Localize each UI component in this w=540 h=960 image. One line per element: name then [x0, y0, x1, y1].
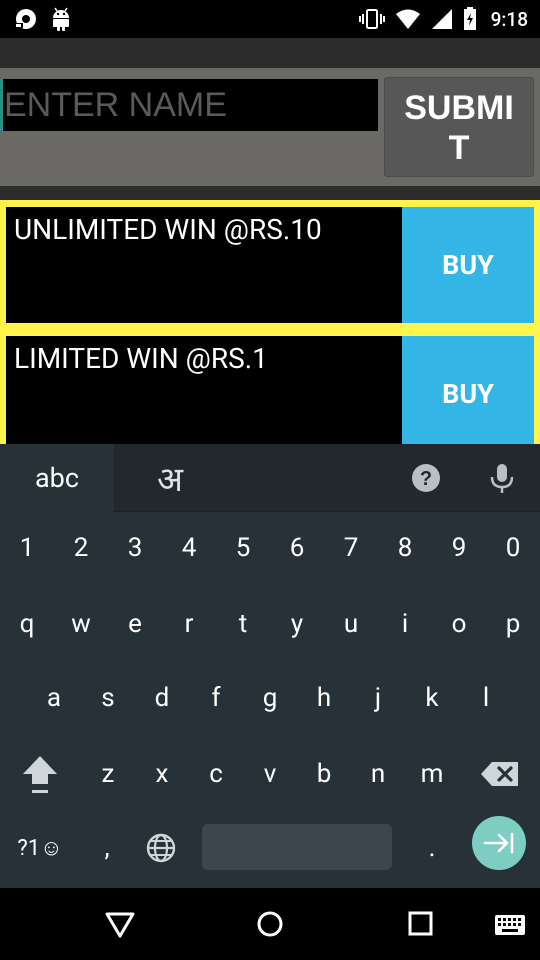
plan-list: UNLIMITED WIN @RS.10 BUY LIMITED WIN @RS… — [0, 200, 540, 444]
key-z[interactable]: z — [81, 742, 135, 806]
shift-key[interactable] — [12, 742, 68, 806]
buy-button[interactable]: BUY — [402, 336, 534, 444]
plan-item: UNLIMITED WIN @RS.10 BUY — [6, 207, 534, 323]
plan-item: LIMITED WIN @RS.1 BUY — [6, 336, 534, 444]
key-1[interactable]: 1 — [0, 516, 54, 580]
android-icon — [53, 7, 69, 31]
key-7[interactable]: 7 — [324, 516, 378, 580]
key-5[interactable]: 5 — [216, 516, 270, 580]
plan-description: LIMITED WIN @RS.1 — [6, 336, 402, 444]
key-u[interactable]: u — [324, 592, 378, 656]
keyboard-switch-icon[interactable] — [490, 908, 530, 940]
screen-record-icon — [15, 9, 36, 29]
app-screen: 9:18 SUBMIT UNLIMITED WIN @RS.10 BUY LIM… — [0, 0, 540, 960]
key-g[interactable]: g — [243, 666, 297, 730]
key-comma[interactable]: , — [80, 816, 134, 880]
backspace-key[interactable] — [472, 742, 528, 806]
key-2[interactable]: 2 — [54, 516, 108, 580]
help-icon[interactable]: ? — [408, 460, 444, 496]
key-l[interactable]: l — [459, 666, 513, 730]
key-o[interactable]: o — [432, 592, 486, 656]
key-6[interactable]: 6 — [270, 516, 324, 580]
key-x[interactable]: x — [135, 742, 189, 806]
key-v[interactable]: v — [243, 742, 297, 806]
divider — [0, 186, 540, 200]
tab-hindi[interactable]: अ — [114, 444, 226, 512]
svg-text:?: ? — [420, 468, 432, 490]
battery-icon — [463, 7, 476, 30]
key-q[interactable]: q — [0, 592, 54, 656]
symbols-key[interactable]: ?1☺ — [0, 816, 80, 880]
key-s[interactable]: s — [81, 666, 135, 730]
key-8[interactable]: 8 — [378, 516, 432, 580]
vibrate-icon — [358, 9, 385, 29]
mic-icon[interactable] — [484, 460, 520, 496]
backspace-icon — [481, 762, 518, 786]
enter-key[interactable] — [472, 816, 526, 870]
name-form: SUBMIT — [0, 68, 540, 186]
key-4[interactable]: 4 — [162, 516, 216, 580]
recents-icon[interactable] — [400, 908, 440, 940]
key-p[interactable]: p — [486, 592, 540, 656]
key-r[interactable]: r — [162, 592, 216, 656]
wifi-icon — [395, 9, 420, 29]
language-key[interactable] — [134, 816, 188, 880]
signal-icon — [431, 9, 452, 29]
key-a[interactable]: a — [27, 666, 81, 730]
space-key[interactable] — [202, 824, 392, 870]
name-input[interactable] — [0, 79, 378, 131]
enter-icon — [483, 832, 514, 854]
key-t[interactable]: t — [216, 592, 270, 656]
key-w[interactable]: w — [54, 592, 108, 656]
key-m[interactable]: m — [405, 742, 459, 806]
app-bar — [0, 38, 540, 68]
key-d[interactable]: d — [135, 666, 189, 730]
buy-button[interactable]: BUY — [402, 207, 534, 323]
key-i[interactable]: i — [378, 592, 432, 656]
soft-keyboard: abc अ ? 1 2 3 4 5 6 7 8 9 0 q w e r t y — [0, 444, 540, 888]
key-y[interactable]: y — [270, 592, 324, 656]
text-cursor — [0, 79, 3, 131]
key-3[interactable]: 3 — [108, 516, 162, 580]
keyboard-language-bar: abc अ ? — [0, 444, 540, 512]
globe-icon — [146, 833, 176, 863]
key-h[interactable]: h — [297, 666, 351, 730]
status-bar: 9:18 — [0, 0, 540, 38]
back-icon[interactable] — [100, 908, 140, 940]
key-period[interactable]: . — [405, 816, 459, 880]
key-f[interactable]: f — [189, 666, 243, 730]
key-0[interactable]: 0 — [486, 516, 540, 580]
clock: 9:18 — [490, 7, 528, 31]
key-9[interactable]: 9 — [432, 516, 486, 580]
navigation-bar — [0, 888, 540, 960]
plan-description: UNLIMITED WIN @RS.10 — [6, 207, 402, 323]
key-e[interactable]: e — [108, 592, 162, 656]
key-k[interactable]: k — [405, 666, 459, 730]
shift-icon — [23, 756, 57, 793]
key-j[interactable]: j — [351, 666, 405, 730]
tab-abc[interactable]: abc — [0, 444, 114, 512]
key-c[interactable]: c — [189, 742, 243, 806]
home-icon[interactable] — [250, 908, 290, 940]
key-b[interactable]: b — [297, 742, 351, 806]
submit-button[interactable]: SUBMIT — [384, 77, 534, 177]
key-n[interactable]: n — [351, 742, 405, 806]
